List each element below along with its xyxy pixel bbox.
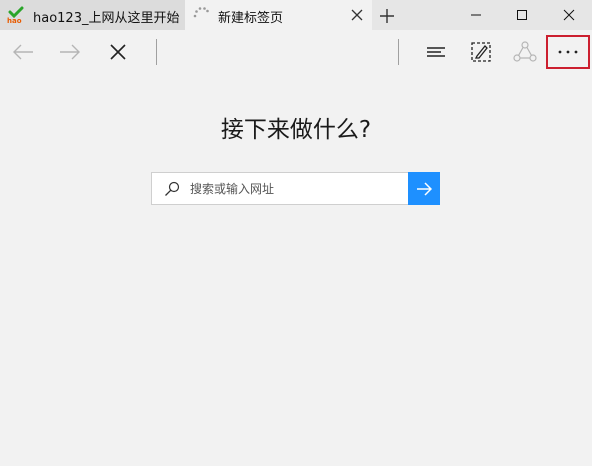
more-button-highlight [546,35,590,69]
web-note-button[interactable] [466,37,496,67]
search-input[interactable] [190,173,400,204]
page-heading: 接下来做什么? [220,117,372,143]
back-button[interactable] [8,37,38,67]
forward-button[interactable] [55,37,85,67]
share-button[interactable] [510,37,540,67]
search-box[interactable] [151,172,409,205]
back-arrow-icon [13,44,33,60]
maximize-button[interactable] [499,0,545,30]
minimize-icon [471,14,481,16]
tab-new-tab[interactable]: 新建标签页 [185,0,372,30]
tab-title: hao123_上网从这里开始 [33,11,180,26]
minimize-button[interactable] [453,0,499,30]
web-note-icon [471,42,491,62]
share-icon [513,41,537,62]
loading-spinner-icon [193,7,209,18]
toolbar-divider [398,39,399,65]
hao123-logo-icon: hao [7,6,24,24]
close-icon [563,9,575,21]
toolbar [0,30,592,75]
hub-icon [427,47,445,57]
tab-title: 新建标签页 [218,11,284,26]
hub-button[interactable] [421,37,451,67]
tab-close-icon[interactable] [349,7,365,23]
close-window-button[interactable] [546,0,592,30]
address-bar-divider [156,39,157,65]
search-go-button[interactable] [408,172,440,205]
plus-icon[interactable] [377,6,397,26]
search-icon [165,181,180,196]
tab-hao123[interactable]: hao hao123_上网从这里开始 [0,0,185,30]
svg-text:hao: hao [7,17,22,24]
tab-bar: hao hao123_上网从这里开始 新建标签页 [0,0,592,30]
forward-arrow-icon [60,44,80,60]
stop-button[interactable] [103,37,133,67]
stop-icon [110,44,126,60]
arrow-right-icon [417,181,432,196]
maximize-icon [517,10,527,20]
